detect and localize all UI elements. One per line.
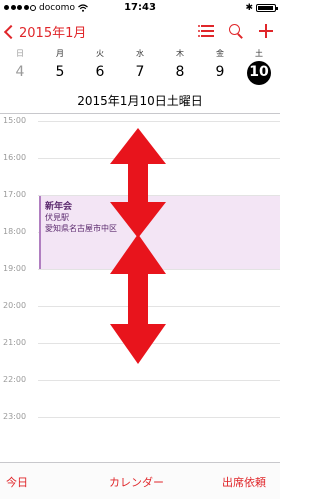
invitations-button[interactable]: 出席依頼 — [222, 474, 266, 490]
calendars-button[interactable]: カレンダー — [109, 474, 164, 490]
back-to-month-button[interactable]: 2015年1月 — [3, 22, 87, 41]
day-number: 8 — [175, 64, 185, 80]
resize-arrow-lower-icon — [110, 234, 166, 364]
day-number: 9 — [215, 64, 225, 80]
day-of-week-label: 日 — [16, 49, 24, 58]
day-of-week-label: 土 — [255, 49, 263, 58]
hour-label: 23:00 — [3, 412, 27, 421]
bottom-toolbar: 今日 カレンダー 出席依頼 — [0, 462, 280, 499]
status-time: 17:43 — [124, 2, 156, 13]
nav-bar: 2015年1月 — [0, 17, 280, 45]
hour-label: 17:00 — [3, 190, 27, 199]
day-number: 5 — [55, 64, 65, 80]
day-number: 7 — [135, 64, 145, 80]
status-bar: docomo 17:43 ✱ — [0, 0, 280, 16]
battery-icon — [256, 4, 278, 12]
hour-label: 18:00 — [3, 227, 27, 236]
day-timeline[interactable]: 15:00 16:00 17:00 18:00 19:00 20:00 21:0… — [0, 114, 280, 462]
list-icon[interactable] — [198, 23, 214, 39]
hour-label: 19:00 — [3, 264, 27, 273]
hour-label: 22:00 — [3, 375, 27, 384]
day-number: 10 — [249, 64, 269, 80]
chevron-left-icon — [3, 24, 19, 39]
day-of-week-label: 月 — [56, 49, 64, 58]
day-of-week-label: 金 — [216, 49, 224, 58]
week-strip: 日 4 月 5 火 6 水 7 木 8 金 9 土 10 — [0, 48, 280, 88]
day-of-week-label: 火 — [96, 49, 104, 58]
hour-line — [38, 417, 280, 418]
plus-icon[interactable] — [258, 23, 274, 39]
day-of-week-label: 水 — [136, 49, 144, 58]
hour-label: 20:00 — [3, 301, 27, 310]
day-of-week-label: 木 — [176, 49, 184, 58]
day-number: 6 — [95, 64, 105, 80]
selected-date-label: 2015年1月10日土曜日 — [77, 94, 203, 108]
bluetooth-icon: ✱ — [245, 3, 253, 13]
back-label: 2015年1月 — [19, 26, 87, 41]
resize-arrow-upper-icon — [110, 128, 166, 238]
today-button[interactable]: 今日 — [6, 474, 28, 490]
hour-label: 15:00 — [3, 116, 27, 125]
day-number: 4 — [15, 64, 25, 80]
status-right: ✱ — [245, 3, 278, 13]
hour-line — [38, 380, 280, 381]
hour-label: 21:00 — [3, 338, 27, 347]
hour-line — [38, 121, 280, 122]
search-icon[interactable] — [228, 23, 244, 39]
hour-label: 16:00 — [3, 153, 27, 162]
